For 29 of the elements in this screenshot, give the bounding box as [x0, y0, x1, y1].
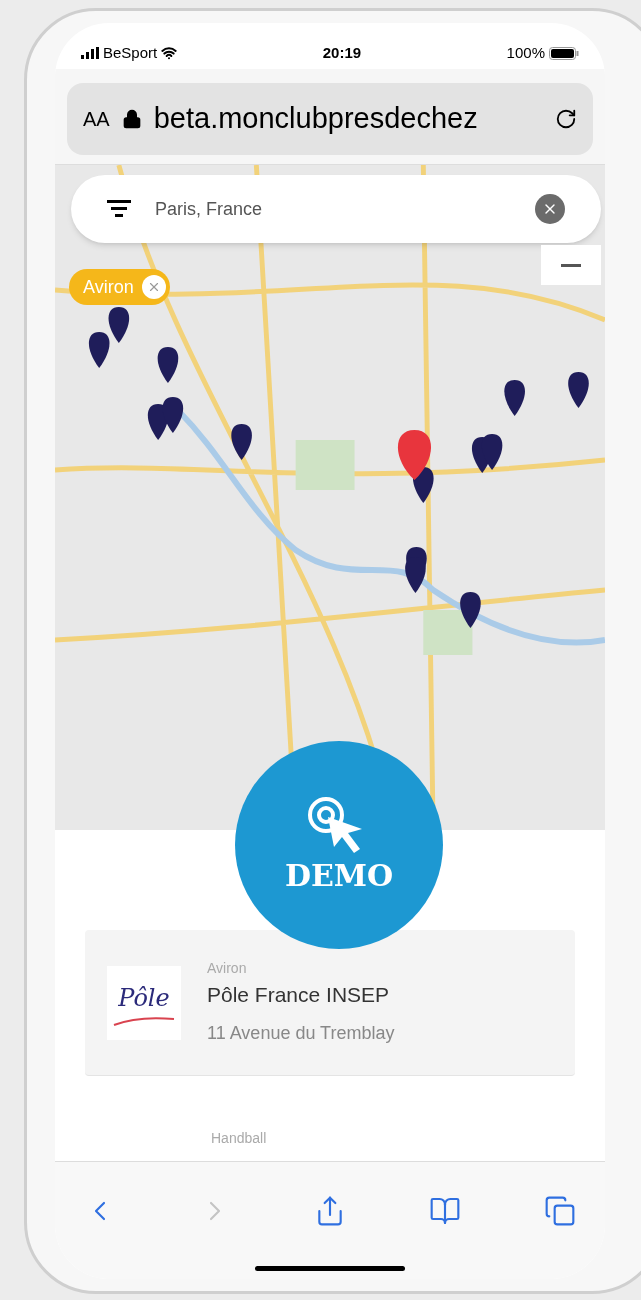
sport-label: Handball [211, 1130, 267, 1146]
club-name: Pôle France INSEP [207, 981, 391, 1008]
demo-label: DEMO [284, 856, 394, 895]
signal-icon [81, 47, 99, 59]
search-field-value: Paris, France [155, 197, 264, 221]
address-bar[interactable]: AA beta.monclubpresdechez [67, 83, 593, 155]
reload-icon[interactable] [555, 108, 577, 130]
sport-label: Aviron [207, 958, 248, 978]
carrier-name: BeSport [103, 42, 158, 63]
filter-icon[interactable] [107, 200, 131, 218]
clock-time: 20:19 [322, 42, 362, 63]
logo-text: Pôle [118, 982, 170, 1014]
zoom-out-button[interactable] [541, 245, 601, 285]
bookmarks-icon [429, 1195, 461, 1227]
battery-percentage: 100% [506, 42, 545, 63]
tabs-icon [544, 1195, 576, 1227]
clear-search-button[interactable] [535, 194, 565, 224]
battery-icon [549, 46, 579, 60]
text-size-button[interactable]: AA [83, 104, 110, 134]
minus-icon [561, 263, 581, 267]
result-card[interactable]: Pôle Aviron Pôle France INSEP 11 Avenue du Tremblay [85, 930, 575, 1076]
club-address: 11 Avenue du Tremblay [207, 1022, 395, 1046]
lock-icon [121, 109, 142, 129]
wifi-icon [161, 45, 178, 61]
url-text: beta.monclubpresdechez [153, 101, 479, 137]
chip-remove-icon[interactable] [141, 275, 166, 299]
search-bar[interactable]: Paris, France [71, 175, 601, 243]
logo-swoosh-icon [112, 1015, 176, 1026]
chip-label: Aviron [83, 275, 134, 299]
